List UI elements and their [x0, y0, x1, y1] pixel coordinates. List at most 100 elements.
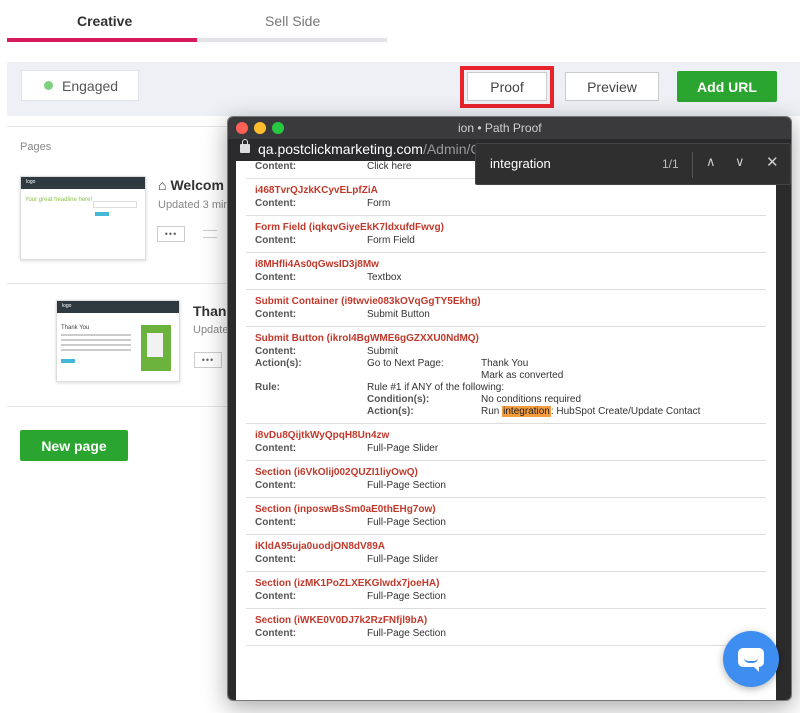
conditions-value: No conditions required — [481, 394, 582, 405]
close-icon[interactable]: ✕ — [766, 153, 779, 171]
rule-label: Rule: — [255, 382, 280, 393]
divider — [7, 406, 227, 407]
element-id: Section (izMK1PoZLXEKGlwdx7joeHA) — [255, 578, 440, 589]
status-label: Engaged — [62, 77, 119, 94]
path-proof-window: ion • Path Proof qa.postclickmarketing.c… — [227, 116, 792, 701]
proof-entry: Submit Container (i9twvie083kOVqGgTY5Ekh… — [246, 290, 766, 327]
tab-sell-side[interactable]: Sell Side — [265, 13, 320, 29]
status-badge: Engaged — [21, 70, 139, 101]
thumbnail-heading: Your great headline here! — [25, 197, 93, 203]
content-label: Content: — [255, 272, 297, 283]
preview-button[interactable]: Preview — [565, 72, 659, 101]
find-in-page-bar: integration 1/1 ∧ ∨ ✕ — [475, 143, 791, 185]
content-value: Full-Page Section — [367, 480, 446, 491]
element-id: i468TvrQJzkKCyvELpfZiA — [255, 185, 378, 196]
divider — [7, 283, 227, 284]
maximize-window-icon[interactable] — [272, 122, 284, 134]
action-type: Go to Next Page: — [367, 358, 444, 369]
page-updated: Update — [193, 324, 229, 336]
proof-entry: Form Field (iqkqvGiyeEkK7ldxufdFwvg) Con… — [246, 216, 766, 253]
content-label: Content: — [255, 628, 297, 639]
content-value: Full-Page Section — [367, 517, 446, 528]
content-label: Content: — [255, 235, 297, 246]
url-host: qa.postclickmarketing.com — [258, 141, 423, 157]
more-options-button[interactable]: ••• — [194, 352, 222, 368]
thumbnail-button — [61, 359, 75, 363]
chevron-down-icon[interactable]: ∨ — [735, 154, 745, 170]
rule-value: Rule #1 if ANY of the following: — [367, 382, 505, 393]
home-icon: ⌂ — [158, 177, 167, 193]
actions-label: Action(s): — [367, 406, 414, 417]
element-id: Section (inposwBsSm0aE0thEHg7ow) — [255, 504, 436, 515]
actions-label: Action(s): — [255, 358, 302, 369]
chat-widget-button[interactable] — [723, 631, 779, 687]
page-thumbnail-thank-you[interactable]: logo Thank You — [56, 300, 180, 382]
content-value: Submit Button — [367, 309, 430, 320]
content-value: Full-Page Slider — [367, 554, 439, 565]
proof-entry: Section (i6VkOlij002QUZI1liyOwQ) Content… — [246, 461, 766, 498]
content-label: Content: — [255, 517, 297, 528]
action-value: Thank You — [481, 358, 529, 369]
thumbnail-heading: Thank You — [61, 325, 90, 331]
drag-handle-icon[interactable] — [203, 230, 217, 238]
content-value: Textbox — [367, 272, 402, 283]
proof-entry: Section (iWKE0V0DJ7k2RzFNfjl9bA) Content… — [246, 609, 766, 646]
divider — [692, 152, 693, 178]
content-label: Content: — [255, 161, 297, 172]
content-label: Content: — [255, 480, 297, 491]
thumbnail-button — [95, 212, 109, 216]
page-thumbnail-welcome[interactable]: logo Your great headline here! — [20, 176, 146, 260]
url-text[interactable]: qa.postclickmarketing.com/Admin/Ca — [258, 141, 488, 157]
find-input[interactable]: integration — [490, 156, 551, 171]
close-window-icon[interactable] — [236, 122, 248, 134]
content-value: Form Field — [367, 235, 415, 246]
thumbnail-text-lines — [61, 334, 131, 354]
window-title: ion • Path Proof — [458, 121, 542, 135]
run-action: Run integration: HubSpot Create/Update C… — [481, 406, 700, 418]
tab-creative[interactable]: Creative — [77, 13, 132, 29]
new-page-button[interactable]: New page — [20, 430, 128, 461]
status-dot-icon — [44, 81, 53, 90]
proof-entry: iKldA95uja0uodjON8dV89A Content: Full-Pag… — [246, 535, 766, 572]
proof-entry: Section (inposwBsSm0aE0thEHg7ow) Content… — [246, 498, 766, 535]
thumbnail-header — [57, 301, 179, 313]
element-id: i8MHfli4As0qGwsID3j8Mw — [255, 259, 379, 270]
thumbnail-logo: logo — [26, 179, 36, 185]
conditions-label: Condition(s): — [367, 394, 430, 405]
element-id: Submit Container (i9twvie083kOVqGgTY5Ekh… — [255, 296, 481, 307]
content-value: Click here — [367, 161, 412, 172]
proof-entry: Section (izMK1PoZLXEKGlwdx7joeHA) Conten… — [246, 572, 766, 609]
run-prefix: Run — [481, 406, 500, 417]
page-title-welcome[interactable]: ⌂ Welcom — [158, 177, 224, 193]
thumbnail-field — [93, 201, 137, 208]
proof-entry: i8vDu8QijtkWyQpqH8Un4zw Content: Full-Pag… — [246, 424, 766, 461]
element-id: Section (iWKE0V0DJ7k2RzFNfjl9bA) — [255, 615, 428, 626]
tab-bar: Creative Sell Side — [7, 0, 387, 44]
content-value: Full-Page Section — [367, 628, 446, 639]
chevron-up-icon[interactable]: ∧ — [706, 154, 716, 170]
add-url-button[interactable]: Add URL — [677, 71, 777, 102]
content-value: Full-Page Section — [367, 591, 446, 602]
proof-button[interactable]: Proof — [467, 72, 547, 101]
action-value: Mark as converted — [481, 370, 564, 381]
pages-label: Pages — [20, 141, 52, 153]
proof-entry-submit-button: Submit Button (ikroI4BgWME6gGZXXU0NdMQ) … — [246, 327, 766, 424]
content-label: Content: — [255, 591, 297, 602]
content-label: Content: — [255, 443, 297, 454]
thumbnail-header — [21, 177, 145, 189]
content-label: Content: — [255, 346, 297, 357]
element-id: i8vDu8QijtkWyQpqH8Un4zw — [255, 430, 390, 441]
window-titlebar: ion • Path Proof — [228, 117, 791, 139]
element-id: Form Field (iqkqvGiyeEkK7ldxufdFwvg) — [255, 222, 444, 233]
proof-document: Content: Click here i468TvrQJzkKCyvELpfZi… — [236, 161, 776, 700]
lock-icon — [240, 139, 250, 153]
tab-active-indicator — [7, 38, 197, 42]
page-updated: Updated 3 min — [158, 199, 230, 211]
more-options-button[interactable]: ••• — [157, 226, 185, 242]
search-highlight: integration — [502, 406, 551, 417]
content-label: Content: — [255, 198, 297, 209]
content-value: Submit — [367, 346, 399, 357]
minimize-window-icon[interactable] — [254, 122, 266, 134]
element-id: Submit Button (ikroI4BgWME6gGZXXU0NdMQ) — [255, 333, 479, 344]
thumbnail-image — [141, 325, 171, 371]
